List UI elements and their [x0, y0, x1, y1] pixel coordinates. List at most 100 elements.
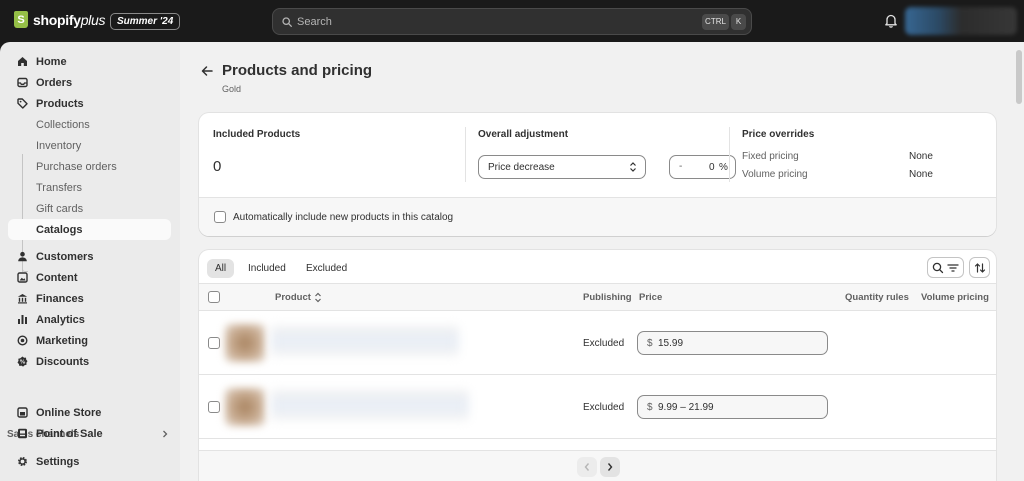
page-title: Products and pricing — [222, 62, 373, 79]
included-products-count: 0 — [213, 158, 222, 175]
sidebar-item-label: Customers — [36, 251, 94, 263]
price-input[interactable]: $ 15.99 — [637, 331, 828, 355]
home-icon — [18, 57, 27, 66]
included-products-heading: Included Products — [213, 129, 301, 140]
chevron-left-icon — [584, 463, 590, 471]
shopify-bag-icon: S — [14, 11, 28, 28]
sidebar-item-point-of-sale[interactable]: Point of Sale — [8, 423, 171, 444]
products-table-card: All Included Excluded Product Publishing… — [199, 250, 996, 481]
product-thumbnail — [225, 388, 265, 426]
table-row[interactable]: Excluded $ 9.99 – 21.99 — [199, 375, 996, 439]
sidebar-nav: Home Orders Products Collections Invento… — [0, 42, 180, 481]
fixed-pricing-label: Fixed pricing — [742, 151, 799, 162]
search-filter-button[interactable] — [927, 257, 964, 278]
column-divider — [465, 127, 466, 182]
shopify-plus-logo[interactable]: S shopifyplus — [14, 11, 105, 28]
sidebar-item-label: Transfers — [36, 182, 83, 194]
tab-included[interactable]: Included — [240, 259, 294, 278]
sidebar-item-label: Online Store — [36, 407, 102, 419]
adjustment-type-select[interactable]: Price decrease — [478, 155, 646, 179]
sidebar-item-customers[interactable]: Customers — [8, 246, 171, 267]
column-divider — [729, 127, 730, 182]
row-checkbox[interactable] — [208, 401, 220, 413]
global-search-bar[interactable]: Search CTRL K — [272, 8, 752, 35]
select-all-checkbox[interactable] — [208, 291, 220, 303]
tab-all[interactable]: All — [207, 259, 235, 278]
chevron-right-icon — [607, 463, 613, 471]
sort-indicator-icon[interactable] — [314, 292, 322, 303]
search-icon — [282, 17, 292, 27]
next-page-button[interactable] — [600, 457, 620, 477]
sort-arrows-icon — [974, 263, 986, 273]
shortcut-k-key: K — [731, 14, 746, 30]
price-overrides-heading: Price overrides — [742, 129, 815, 140]
svg-text:%: % — [20, 360, 26, 366]
sidebar-item-orders[interactable]: Orders — [8, 72, 171, 93]
adjustment-percent-input[interactable]: - 0 % — [669, 155, 736, 179]
search-icon — [932, 262, 944, 274]
inbox-icon — [17, 77, 28, 88]
sidebar-item-label: Products — [36, 98, 84, 110]
sidebar-item-products[interactable]: Products — [8, 93, 171, 114]
sidebar-item-gift-cards[interactable]: Gift cards — [8, 198, 171, 219]
auto-include-checkbox[interactable] — [214, 211, 226, 223]
logo-plus-text: plus — [80, 11, 106, 28]
select-chevrons-icon — [630, 162, 636, 172]
store-icon — [17, 407, 28, 418]
sidebar-item-marketing[interactable]: Marketing — [8, 330, 171, 351]
price-value: 15.99 — [658, 338, 684, 349]
product-name-blurred[interactable] — [271, 326, 459, 356]
sidebar-item-label: Catalogs — [36, 224, 83, 236]
sidebar-item-label: Inventory — [36, 140, 82, 152]
sidebar-item-label: Point of Sale — [36, 428, 103, 440]
notifications-bell-icon[interactable] — [884, 13, 898, 28]
sidebar-item-purchase-orders[interactable]: Purchase orders — [8, 156, 171, 177]
table-row[interactable]: Excluded $ 15.99 — [199, 311, 996, 375]
sort-button[interactable] — [969, 257, 990, 278]
adjustment-value: 0 — [709, 162, 715, 173]
sidebar-item-label: Content — [36, 272, 78, 284]
account-menu-avatar[interactable] — [905, 7, 1017, 35]
sidebar-item-analytics[interactable]: Analytics — [8, 309, 171, 330]
overall-adjustment-heading: Overall adjustment — [478, 129, 569, 140]
shortcut-ctrl-key: CTRL — [702, 14, 729, 30]
auto-include-row: Automatically include new products in th… — [199, 197, 996, 236]
sidebar-item-settings[interactable]: Settings — [8, 451, 171, 472]
volume-pricing-label: Volume pricing — [742, 169, 808, 180]
sidebar-item-label: Discounts — [36, 356, 90, 368]
sidebar-item-label: Orders — [36, 77, 73, 89]
sidebar-item-label: Analytics — [36, 314, 85, 326]
column-publishing: Publishing — [583, 292, 632, 303]
sidebar-item-inventory[interactable]: Inventory — [8, 135, 171, 156]
sidebar-item-transfers[interactable]: Transfers — [8, 177, 171, 198]
discount-icon: % — [17, 356, 28, 367]
page-scrollbar[interactable] — [1016, 50, 1022, 104]
price-value: 9.99 – 21.99 — [658, 402, 714, 413]
back-arrow-icon[interactable] — [200, 64, 214, 78]
bar-chart-icon — [18, 315, 27, 324]
sidebar-item-catalogs[interactable]: Catalogs — [8, 219, 171, 240]
previous-page-button[interactable] — [577, 457, 597, 477]
sidebar-item-finances[interactable]: Finances — [8, 288, 171, 309]
edition-badge[interactable]: Summer '24 — [110, 13, 181, 30]
column-product[interactable]: Product — [275, 292, 311, 303]
column-volume-pricing: Volume pricing — [921, 292, 989, 303]
sidebar-item-label: Finances — [36, 293, 84, 305]
product-name-blurred[interactable] — [271, 390, 469, 420]
top-bar: S shopifyplus Summer '24 Search CTRL K — [0, 0, 1024, 42]
percent-unit: % — [719, 162, 728, 173]
sidebar-item-discounts[interactable]: % Discounts — [8, 351, 171, 372]
currency-symbol: $ — [647, 338, 653, 349]
tab-excluded[interactable]: Excluded — [298, 259, 355, 278]
row-checkbox[interactable] — [208, 337, 220, 349]
sidebar-item-collections[interactable]: Collections — [8, 114, 171, 135]
sidebar-item-home[interactable]: Home — [8, 51, 171, 72]
price-input[interactable]: $ 9.99 – 21.99 — [637, 395, 828, 419]
main-content: Products and pricing Gold Included Produ… — [180, 42, 1024, 481]
sidebar-item-online-store[interactable]: Online Store — [8, 402, 171, 423]
target-icon — [17, 335, 28, 346]
sidebar-item-content[interactable]: Content — [8, 267, 171, 288]
volume-pricing-value: None — [909, 169, 933, 180]
auto-include-label: Automatically include new products in th… — [233, 212, 454, 223]
person-icon — [18, 251, 27, 262]
